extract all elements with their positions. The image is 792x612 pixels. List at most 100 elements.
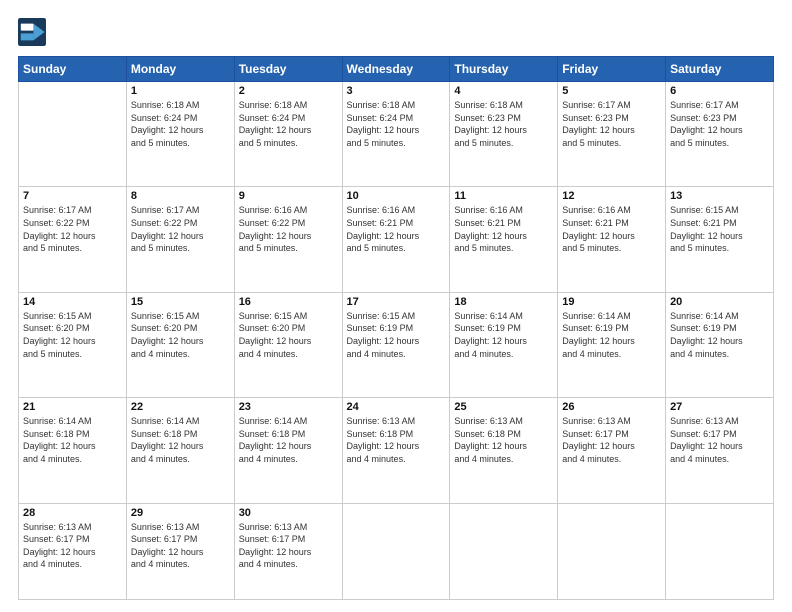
calendar-cell: 20 Sunrise: 6:14 AM Sunset: 6:19 PM Dayli… [666,292,774,397]
day-number: 4 [454,85,553,97]
day-info: Sunrise: 6:14 AM Sunset: 6:18 PM Dayligh… [131,415,230,465]
day-number: 2 [239,85,338,97]
day-header-tuesday: Tuesday [234,57,342,82]
calendar-cell [342,503,450,600]
day-number: 17 [347,296,446,308]
day-number: 1 [131,85,230,97]
calendar-cell: 4Sunrise: 6:18 AM Sunset: 6:23 PM Daylig… [450,82,558,187]
calendar-cell: 19 Sunrise: 6:14 AM Sunset: 6:19 PM Dayli… [558,292,666,397]
day-number: 26 [562,401,661,413]
day-number: 9 [239,190,338,202]
calendar-cell: 2 Sunrise: 6:18 AM Sunset: 6:24 PM Daylig… [234,82,342,187]
day-info: Sunrise: 6:14 AM Sunset: 6:19 PM Dayligh… [562,310,661,360]
calendar-week-row: 7 Sunrise: 6:17 AM Sunset: 6:22 PM Daylig… [19,187,774,292]
day-number: 8 [131,190,230,202]
day-info: Sunrise: 6:17 AM Sunset: 6:22 PM Dayligh… [131,204,230,254]
calendar-cell: 23 Sunrise: 6:14 AM Sunset: 6:18 PM Dayli… [234,398,342,503]
day-number: 27 [670,401,769,413]
day-number: 3 [347,85,446,97]
calendar-cell [450,503,558,600]
day-info: Sunrise: 6:15 AM Sunset: 6:21 PM Dayligh… [670,204,769,254]
day-number: 30 [239,507,338,519]
day-number: 10 [347,190,446,202]
logo-icon [18,18,46,46]
day-number: 19 [562,296,661,308]
day-number: 12 [562,190,661,202]
calendar-cell: 14Sunrise: 6:15 AM Sunset: 6:20 PM Dayli… [19,292,127,397]
day-number: 23 [239,401,338,413]
calendar-cell: 25 Sunrise: 6:13 AM Sunset: 6:18 PM Dayli… [450,398,558,503]
day-header-sunday: Sunday [19,57,127,82]
day-number: 25 [454,401,553,413]
day-header-wednesday: Wednesday [342,57,450,82]
day-info: Sunrise: 6:14 AM Sunset: 6:18 PM Dayligh… [239,415,338,465]
day-header-friday: Friday [558,57,666,82]
calendar-cell: 27 Sunrise: 6:13 AM Sunset: 6:17 PM Dayli… [666,398,774,503]
day-header-monday: Monday [126,57,234,82]
day-number: 24 [347,401,446,413]
day-info: Sunrise: 6:15 AM Sunset: 6:20 PM Dayligh… [23,310,122,360]
calendar-cell: 3 Sunrise: 6:18 AM Sunset: 6:24 PM Daylig… [342,82,450,187]
day-info: Sunrise: 6:17 AM Sunset: 6:22 PM Dayligh… [23,204,122,254]
day-number: 16 [239,296,338,308]
day-number: 13 [670,190,769,202]
day-number: 22 [131,401,230,413]
day-info: Sunrise: 6:17 AM Sunset: 6:23 PM Dayligh… [562,99,661,149]
calendar-cell: 13 Sunrise: 6:15 AM Sunset: 6:21 PM Dayli… [666,187,774,292]
calendar-week-row: 21 Sunrise: 6:14 AM Sunset: 6:18 PM Dayli… [19,398,774,503]
day-info: Sunrise: 6:14 AM Sunset: 6:18 PM Dayligh… [23,415,122,465]
calendar-week-row: 28 Sunrise: 6:13 AM Sunset: 6:17 PM Dayli… [19,503,774,600]
day-info: Sunrise: 6:13 AM Sunset: 6:18 PM Dayligh… [454,415,553,465]
calendar-cell: 9 Sunrise: 6:16 AM Sunset: 6:22 PM Daylig… [234,187,342,292]
calendar-cell: 11 Sunrise: 6:16 AM Sunset: 6:21 PM Dayli… [450,187,558,292]
day-info: Sunrise: 6:13 AM Sunset: 6:17 PM Dayligh… [562,415,661,465]
day-info: Sunrise: 6:15 AM Sunset: 6:20 PM Dayligh… [131,310,230,360]
calendar-cell [558,503,666,600]
calendar-cell: 5 Sunrise: 6:17 AM Sunset: 6:23 PM Daylig… [558,82,666,187]
calendar-cell: 29Sunrise: 6:13 AM Sunset: 6:17 PM Dayli… [126,503,234,600]
day-number: 6 [670,85,769,97]
calendar-cell: 24Sunrise: 6:13 AM Sunset: 6:18 PM Dayli… [342,398,450,503]
day-info: Sunrise: 6:13 AM Sunset: 6:17 PM Dayligh… [239,521,338,571]
calendar-cell: 18Sunrise: 6:14 AM Sunset: 6:19 PM Dayli… [450,292,558,397]
header [18,18,774,46]
logo [18,18,50,46]
calendar-cell [19,82,127,187]
calendar-cell: 6Sunrise: 6:17 AM Sunset: 6:23 PM Daylig… [666,82,774,187]
calendar-table: SundayMondayTuesdayWednesdayThursdayFrid… [18,56,774,600]
day-info: Sunrise: 6:13 AM Sunset: 6:17 PM Dayligh… [670,415,769,465]
calendar-cell: 15 Sunrise: 6:15 AM Sunset: 6:20 PM Dayli… [126,292,234,397]
calendar-cell: 12 Sunrise: 6:16 AM Sunset: 6:21 PM Dayli… [558,187,666,292]
calendar-cell: 1Sunrise: 6:18 AM Sunset: 6:24 PM Daylig… [126,82,234,187]
day-info: Sunrise: 6:15 AM Sunset: 6:19 PM Dayligh… [347,310,446,360]
calendar-cell: 17 Sunrise: 6:15 AM Sunset: 6:19 PM Dayli… [342,292,450,397]
calendar-cell: 10 Sunrise: 6:16 AM Sunset: 6:21 PM Dayli… [342,187,450,292]
calendar-cell: 8 Sunrise: 6:17 AM Sunset: 6:22 PM Daylig… [126,187,234,292]
day-number: 20 [670,296,769,308]
day-header-thursday: Thursday [450,57,558,82]
day-number: 18 [454,296,553,308]
day-info: Sunrise: 6:16 AM Sunset: 6:22 PM Dayligh… [239,204,338,254]
day-number: 5 [562,85,661,97]
page: SundayMondayTuesdayWednesdayThursdayFrid… [0,0,792,612]
day-info: Sunrise: 6:14 AM Sunset: 6:19 PM Dayligh… [670,310,769,360]
day-info: Sunrise: 6:16 AM Sunset: 6:21 PM Dayligh… [454,204,553,254]
day-info: Sunrise: 6:13 AM Sunset: 6:17 PM Dayligh… [131,521,230,571]
day-number: 11 [454,190,553,202]
calendar-cell: 26 Sunrise: 6:13 AM Sunset: 6:17 PM Dayli… [558,398,666,503]
day-number: 15 [131,296,230,308]
day-number: 7 [23,190,122,202]
calendar-cell: 22 Sunrise: 6:14 AM Sunset: 6:18 PM Dayli… [126,398,234,503]
day-info: Sunrise: 6:18 AM Sunset: 6:24 PM Dayligh… [239,99,338,149]
day-number: 28 [23,507,122,519]
day-header-saturday: Saturday [666,57,774,82]
day-info: Sunrise: 6:15 AM Sunset: 6:20 PM Dayligh… [239,310,338,360]
day-info: Sunrise: 6:13 AM Sunset: 6:17 PM Dayligh… [23,521,122,571]
calendar-week-row: 1 Sunrise: 6:18 AM Sunset: 6:24 PM Daylig… [19,82,774,187]
day-info: Sunrise: 6:16 AM Sunset: 6:21 PM Dayligh… [347,204,446,254]
day-info: Sunrise: 6:16 AM Sunset: 6:21 PM Dayligh… [562,204,661,254]
calendar-week-row: 14Sunrise: 6:15 AM Sunset: 6:20 PM Dayli… [19,292,774,397]
day-info: Sunrise: 6:18 AM Sunset: 6:24 PM Dayligh… [347,99,446,149]
calendar-cell [666,503,774,600]
day-number: 21 [23,401,122,413]
